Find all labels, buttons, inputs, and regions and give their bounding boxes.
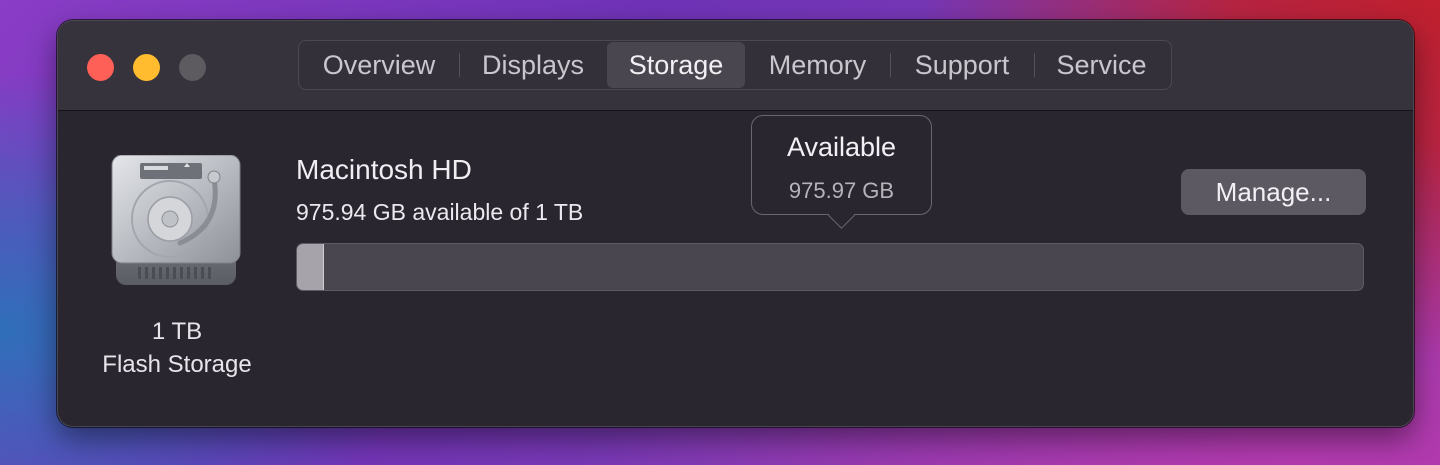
hard-drive-icon bbox=[111, 155, 241, 285]
tooltip-value: 975.97 GB bbox=[788, 178, 895, 203]
tooltip-title: Available bbox=[786, 132, 897, 162]
minimize-window-button[interactable] bbox=[133, 54, 160, 81]
close-window-button[interactable] bbox=[87, 54, 114, 81]
volume-availability: 975.94 GB available of 1 TB bbox=[296, 199, 584, 225]
zoom-window-button bbox=[179, 54, 206, 81]
tab-displays[interactable]: Displays bbox=[459, 42, 607, 88]
drive-type-label: Flash Storage bbox=[102, 351, 252, 378]
tab-support[interactable]: Support bbox=[890, 42, 1034, 88]
about-this-mac-window: Overview Displays Storage Memory Support… bbox=[57, 20, 1414, 427]
title-bar: Overview Displays Storage Memory Support… bbox=[58, 21, 1413, 111]
storage-usage-bar[interactable] bbox=[296, 243, 1364, 291]
tab-memory[interactable]: Memory bbox=[745, 42, 890, 88]
drive-capacity-label: 1 TB bbox=[151, 318, 203, 345]
storage-used-segment[interactable] bbox=[297, 244, 324, 290]
tab-storage[interactable]: Storage bbox=[607, 42, 745, 88]
tab-overview[interactable]: Overview bbox=[299, 42, 459, 88]
tab-bar: Overview Displays Storage Memory Support… bbox=[298, 40, 1172, 90]
manage-button[interactable]: Manage... bbox=[1181, 169, 1366, 215]
available-tooltip: Available 975.97 GB bbox=[751, 115, 932, 215]
volume-name: Macintosh HD bbox=[296, 154, 472, 185]
tab-service[interactable]: Service bbox=[1034, 42, 1169, 88]
storage-panel: 1 TB Flash Storage Macintosh HD 975.94 G… bbox=[58, 111, 1413, 426]
